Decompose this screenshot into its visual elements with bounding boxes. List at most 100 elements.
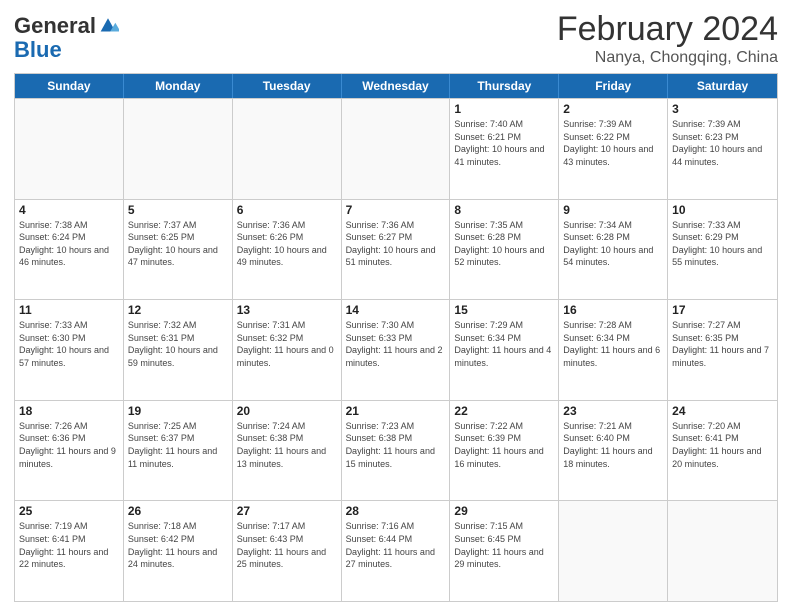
day-info: Sunrise: 7:29 AMSunset: 6:34 PMDaylight:…: [454, 319, 554, 369]
calendar-cell: 26Sunrise: 7:18 AMSunset: 6:42 PMDayligh…: [124, 501, 233, 601]
day-number: 3: [672, 102, 773, 116]
day-number: 14: [346, 303, 446, 317]
calendar-cell: 11 Sunrise: 7:33 AMSunset: 6:30 PMDayligh…: [15, 300, 124, 400]
day-number: 4: [19, 203, 119, 217]
header-cell-sunday: Sunday: [15, 74, 124, 98]
day-number: 10: [672, 203, 773, 217]
page: General Blue February 2024 Nanya, Chongq…: [0, 0, 792, 612]
calendar-cell: 7 Sunrise: 7:36 AMSunset: 6:27 PMDaylight…: [342, 200, 451, 300]
day-info: Sunrise: 7:27 AMSunset: 6:35 PMDaylight:…: [672, 319, 773, 369]
day-info: Sunrise: 7:21 AMSunset: 6:40 PMDaylight:…: [563, 420, 663, 470]
calendar-cell: 10 Sunrise: 7:33 AMSunset: 6:29 PMDayligh…: [668, 200, 777, 300]
day-info: Sunrise: 7:34 AMSunset: 6:28 PMDaylight:…: [563, 219, 663, 269]
day-info: Sunrise: 7:17 AMSunset: 6:43 PMDaylight:…: [237, 520, 337, 570]
day-number: 25: [19, 504, 119, 518]
day-number: 15: [454, 303, 554, 317]
calendar-body: 1 Sunrise: 7:40 AMSunset: 6:21 PMDaylight…: [15, 98, 777, 601]
calendar-cell: 24 Sunrise: 7:20 AMSunset: 6:41 PMDayligh…: [668, 401, 777, 501]
day-info: Sunrise: 7:22 AMSunset: 6:39 PMDaylight:…: [454, 420, 554, 470]
header-cell-friday: Friday: [559, 74, 668, 98]
day-info: Sunrise: 7:33 AMSunset: 6:30 PMDaylight:…: [19, 319, 119, 369]
calendar-cell: 5 Sunrise: 7:37 AMSunset: 6:25 PMDaylight…: [124, 200, 233, 300]
day-info: Sunrise: 7:40 AMSunset: 6:21 PMDaylight:…: [454, 118, 554, 168]
calendar-cell: 23Sunrise: 7:21 AMSunset: 6:40 PMDayligh…: [559, 401, 668, 501]
day-info: Sunrise: 7:38 AMSunset: 6:24 PMDaylight:…: [19, 219, 119, 269]
header-cell-thursday: Thursday: [450, 74, 559, 98]
day-info: Sunrise: 7:24 AMSunset: 6:38 PMDaylight:…: [237, 420, 337, 470]
day-info: Sunrise: 7:16 AMSunset: 6:44 PMDaylight:…: [346, 520, 446, 570]
day-info: Sunrise: 7:18 AMSunset: 6:42 PMDaylight:…: [128, 520, 228, 570]
day-info: Sunrise: 7:39 AMSunset: 6:23 PMDaylight:…: [672, 118, 773, 168]
day-number: 24: [672, 404, 773, 418]
day-number: 7: [346, 203, 446, 217]
calendar-header: SundayMondayTuesdayWednesdayThursdayFrid…: [15, 74, 777, 98]
calendar-cell: 22Sunrise: 7:22 AMSunset: 6:39 PMDayligh…: [450, 401, 559, 501]
day-number: 21: [346, 404, 446, 418]
day-info: Sunrise: 7:28 AMSunset: 6:34 PMDaylight:…: [563, 319, 663, 369]
calendar-cell: 3 Sunrise: 7:39 AMSunset: 6:23 PMDaylight…: [668, 99, 777, 199]
calendar-cell: 19Sunrise: 7:25 AMSunset: 6:37 PMDayligh…: [124, 401, 233, 501]
day-info: Sunrise: 7:31 AMSunset: 6:32 PMDaylight:…: [237, 319, 337, 369]
day-info: Sunrise: 7:30 AMSunset: 6:33 PMDaylight:…: [346, 319, 446, 369]
day-number: 28: [346, 504, 446, 518]
day-info: Sunrise: 7:19 AMSunset: 6:41 PMDaylight:…: [19, 520, 119, 570]
day-number: 12: [128, 303, 228, 317]
week-row-1: 4 Sunrise: 7:38 AMSunset: 6:24 PMDaylight…: [15, 199, 777, 300]
day-info: Sunrise: 7:33 AMSunset: 6:29 PMDaylight:…: [672, 219, 773, 269]
day-number: 9: [563, 203, 663, 217]
day-number: 18: [19, 404, 119, 418]
calendar-cell: 21 Sunrise: 7:23 AMSunset: 6:38 PMDayligh…: [342, 401, 451, 501]
day-info: Sunrise: 7:20 AMSunset: 6:41 PMDaylight:…: [672, 420, 773, 470]
week-row-2: 11 Sunrise: 7:33 AMSunset: 6:30 PMDayligh…: [15, 299, 777, 400]
header-cell-tuesday: Tuesday: [233, 74, 342, 98]
logo-text: General Blue: [14, 14, 119, 62]
day-info: Sunrise: 7:25 AMSunset: 6:37 PMDaylight:…: [128, 420, 228, 470]
calendar-cell: 8 Sunrise: 7:35 AMSunset: 6:28 PMDaylight…: [450, 200, 559, 300]
day-number: 11: [19, 303, 119, 317]
calendar-cell: [342, 99, 451, 199]
day-number: 29: [454, 504, 554, 518]
day-info: Sunrise: 7:32 AMSunset: 6:31 PMDaylight:…: [128, 319, 228, 369]
day-info: Sunrise: 7:26 AMSunset: 6:36 PMDaylight:…: [19, 420, 119, 470]
day-number: 6: [237, 203, 337, 217]
header-cell-monday: Monday: [124, 74, 233, 98]
calendar: SundayMondayTuesdayWednesdayThursdayFrid…: [14, 73, 778, 602]
calendar-cell: 18 Sunrise: 7:26 AMSunset: 6:36 PMDayligh…: [15, 401, 124, 501]
day-number: 8: [454, 203, 554, 217]
calendar-cell: [559, 501, 668, 601]
logo-icon: [97, 15, 119, 37]
week-row-0: 1 Sunrise: 7:40 AMSunset: 6:21 PMDaylight…: [15, 98, 777, 199]
calendar-cell: 29 Sunrise: 7:15 AMSunset: 6:45 PMDayligh…: [450, 501, 559, 601]
calendar-cell: 27Sunrise: 7:17 AMSunset: 6:43 PMDayligh…: [233, 501, 342, 601]
week-row-4: 25 Sunrise: 7:19 AMSunset: 6:41 PMDayligh…: [15, 500, 777, 601]
logo: General Blue: [14, 14, 119, 62]
calendar-cell: 15 Sunrise: 7:29 AMSunset: 6:34 PMDayligh…: [450, 300, 559, 400]
week-row-3: 18 Sunrise: 7:26 AMSunset: 6:36 PMDayligh…: [15, 400, 777, 501]
day-info: Sunrise: 7:35 AMSunset: 6:28 PMDaylight:…: [454, 219, 554, 269]
day-number: 1: [454, 102, 554, 116]
day-number: 16: [563, 303, 663, 317]
day-number: 17: [672, 303, 773, 317]
day-info: Sunrise: 7:37 AMSunset: 6:25 PMDaylight:…: [128, 219, 228, 269]
calendar-cell: [15, 99, 124, 199]
calendar-cell: 13 Sunrise: 7:31 AMSunset: 6:32 PMDayligh…: [233, 300, 342, 400]
calendar-cell: [233, 99, 342, 199]
main-title: February 2024: [557, 10, 778, 49]
day-info: Sunrise: 7:23 AMSunset: 6:38 PMDaylight:…: [346, 420, 446, 470]
day-number: 5: [128, 203, 228, 217]
calendar-cell: 6Sunrise: 7:36 AMSunset: 6:26 PMDaylight…: [233, 200, 342, 300]
calendar-cell: [668, 501, 777, 601]
calendar-cell: 17 Sunrise: 7:27 AMSunset: 6:35 PMDayligh…: [668, 300, 777, 400]
day-info: Sunrise: 7:15 AMSunset: 6:45 PMDaylight:…: [454, 520, 554, 570]
day-number: 2: [563, 102, 663, 116]
sub-title: Nanya, Chongqing, China: [557, 49, 778, 67]
calendar-cell: 14 Sunrise: 7:30 AMSunset: 6:33 PMDayligh…: [342, 300, 451, 400]
calendar-cell: 28 Sunrise: 7:16 AMSunset: 6:44 PMDayligh…: [342, 501, 451, 601]
header-cell-wednesday: Wednesday: [342, 74, 451, 98]
day-info: Sunrise: 7:36 AMSunset: 6:27 PMDaylight:…: [346, 219, 446, 269]
calendar-cell: 4 Sunrise: 7:38 AMSunset: 6:24 PMDaylight…: [15, 200, 124, 300]
day-number: 20: [237, 404, 337, 418]
day-number: 13: [237, 303, 337, 317]
calendar-cell: 16 Sunrise: 7:28 AMSunset: 6:34 PMDayligh…: [559, 300, 668, 400]
header: General Blue February 2024 Nanya, Chongq…: [14, 10, 778, 67]
